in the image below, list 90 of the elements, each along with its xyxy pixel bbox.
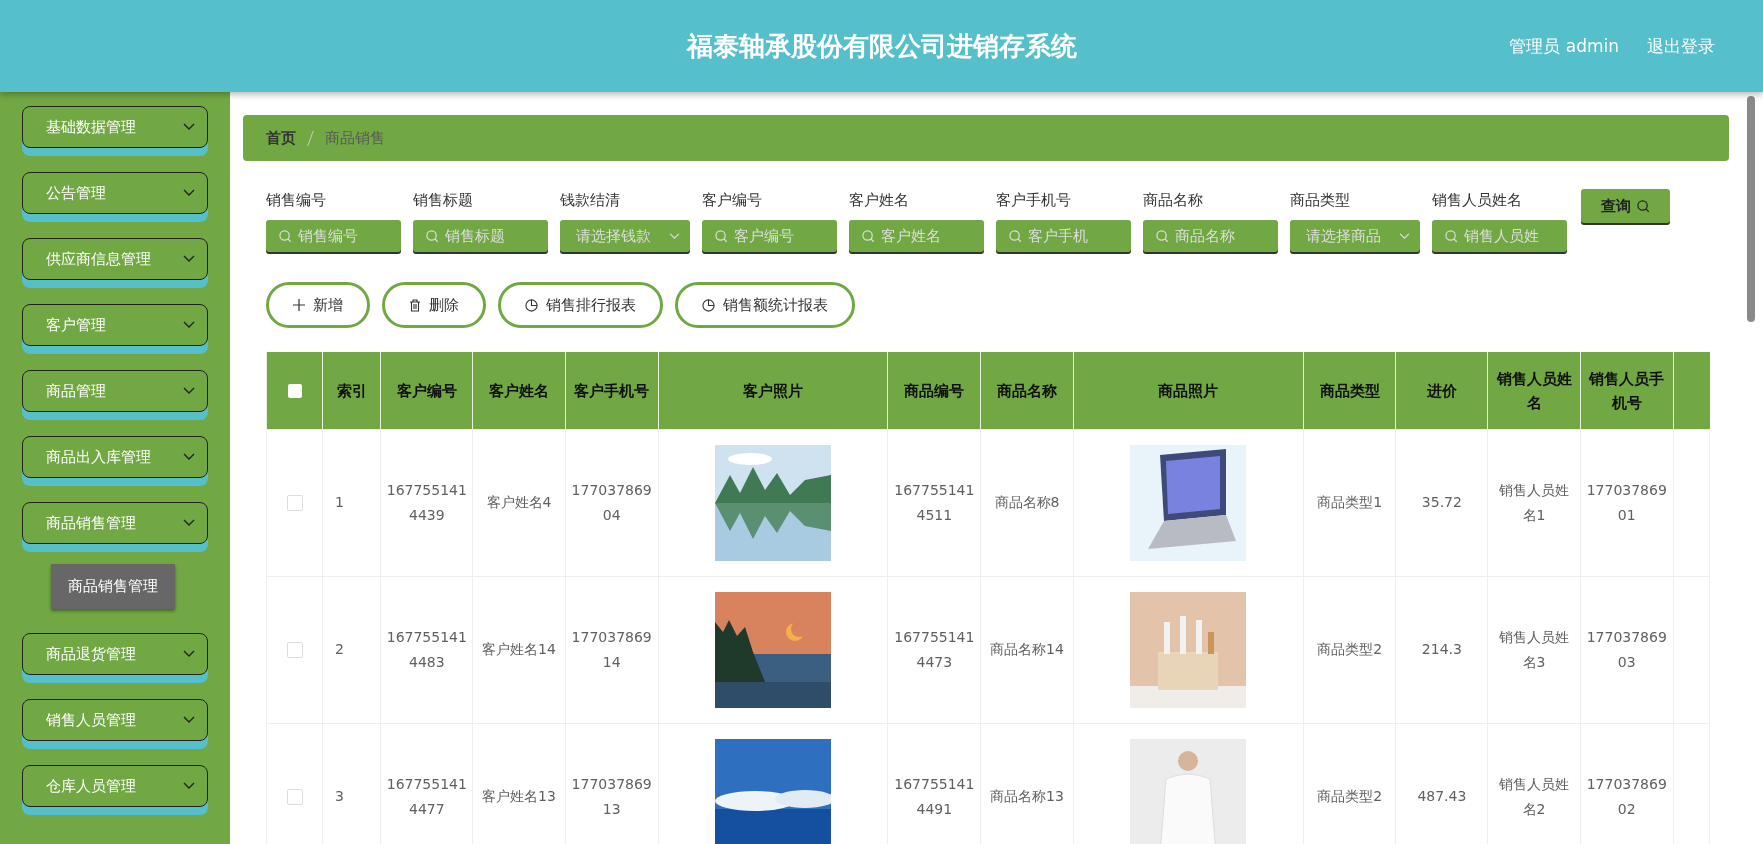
table-cell: 1 (322, 429, 381, 577)
table-cell: 17703786904 (565, 429, 659, 577)
search-field[interactable]: 客户姓名 (849, 220, 984, 252)
table-cell: 35.72 (1395, 429, 1488, 577)
trash-icon (409, 298, 421, 312)
table-cell: 销售人员姓名3 (1487, 576, 1581, 724)
chevron-icon (183, 189, 195, 197)
pie-chart-icon (525, 298, 538, 312)
table-cell: 商品名称14 (980, 576, 1074, 724)
column-header: 客户姓名 (472, 352, 566, 430)
field-label: 销售人员姓名 (1432, 191, 1523, 211)
table-cell: 17703786903 (1580, 576, 1674, 724)
search-field[interactable]: 销售编号 (266, 220, 401, 252)
select-field[interactable]: 请选择商品 (1290, 220, 1420, 252)
submenu-item[interactable]: 商品销售管理 (51, 564, 175, 609)
column-header: 销售人员姓名 (1487, 352, 1581, 430)
search-icon (1637, 199, 1650, 213)
table-cell: 客户姓名14 (472, 576, 566, 724)
chevron-icon (183, 453, 195, 461)
table-cell: 商品名称8 (980, 429, 1074, 577)
search-icon (1156, 230, 1169, 243)
chevron-icon (183, 782, 195, 790)
column-header: 客户编号 (380, 352, 473, 430)
field-label: 销售标题 (413, 191, 474, 211)
chevron-icon (1399, 233, 1410, 240)
field-label: 客户手机号 (996, 191, 1072, 211)
search-field[interactable]: 客户编号 (702, 220, 837, 252)
field-label: 商品类型 (1290, 191, 1351, 211)
search-icon (1009, 230, 1022, 243)
action-button[interactable]: 销售排行报表 (498, 282, 663, 328)
search-icon (862, 230, 875, 243)
column-header: 索引 (322, 352, 381, 430)
search-icon (279, 230, 292, 243)
select-field[interactable]: 请选择钱款 (560, 220, 690, 252)
action-button[interactable]: 删除 (382, 282, 486, 328)
table-cell: 1677551414439 (380, 429, 473, 577)
column-header: 进价 (1395, 352, 1488, 430)
field-label: 客户姓名 (849, 191, 910, 211)
plus-icon (293, 299, 305, 311)
column-header: 销售人员手机号 (1580, 352, 1674, 430)
pie-chart-icon (702, 298, 715, 312)
logout-link[interactable]: 退出登录 (1647, 34, 1715, 58)
table-cell: 1677551414473 (887, 576, 981, 724)
column-header: 客户手机号 (565, 352, 659, 430)
search-icon (1445, 230, 1458, 243)
chevron-icon (183, 123, 195, 131)
search-icon (426, 230, 439, 243)
chevron-icon (669, 233, 680, 240)
column-header: 客户照片 (658, 352, 888, 430)
table-cell: 17703786914 (565, 576, 659, 724)
search-field[interactable]: 销售人员姓 (1432, 220, 1567, 252)
row-checkbox[interactable] (286, 642, 303, 659)
chevron-icon (183, 255, 195, 263)
query-button[interactable]: 查询 (1581, 189, 1670, 223)
search-field[interactable]: 客户手机 (996, 220, 1131, 252)
select-all-checkbox[interactable] (287, 384, 302, 398)
scrollbar[interactable] (1747, 96, 1755, 322)
column-header: 商品编号 (887, 352, 981, 430)
field-label: 商品名称 (1143, 191, 1204, 211)
chevron-icon (183, 716, 195, 724)
chevron-icon (183, 321, 195, 329)
column-header: 商品名称 (980, 352, 1074, 430)
row-checkbox[interactable] (286, 789, 303, 806)
search-field[interactable]: 销售标题 (413, 220, 548, 252)
table-cell: 1677551414483 (380, 576, 473, 724)
user-label: 管理员 admin (1509, 34, 1619, 58)
breadcrumb-link[interactable]: 商品销售 (325, 128, 385, 148)
breadcrumb-link[interactable]: 首页 (266, 128, 296, 148)
table-cell: 17703786901 (1580, 429, 1674, 577)
row-checkbox[interactable] (286, 495, 303, 512)
table-cell: 1677551414511 (887, 429, 981, 577)
search-icon (715, 230, 728, 243)
app-title: 福泰轴承股份有限公司进销存系统 (686, 29, 1077, 63)
chevron-icon (183, 650, 195, 658)
chevron-icon (183, 387, 195, 395)
chevron-icon (183, 519, 195, 527)
table-cell: 商品类型1 (1303, 429, 1396, 577)
table-cell: 销售人员姓名1 (1487, 429, 1581, 577)
field-label: 钱款结清 (560, 191, 621, 211)
table-cell: 2 (322, 576, 381, 724)
column-header: 商品照片 (1073, 352, 1304, 430)
search-field[interactable]: 商品名称 (1143, 220, 1278, 252)
table-cell: 214.3 (1395, 576, 1488, 724)
action-button[interactable]: 销售额统计报表 (675, 282, 855, 328)
table-cell: 商品类型2 (1303, 576, 1396, 724)
table-cell: 客户姓名4 (472, 429, 566, 577)
field-label: 客户编号 (702, 191, 763, 211)
field-label: 销售编号 (266, 191, 327, 211)
column-header: 商品类型 (1303, 352, 1396, 430)
action-button[interactable]: 新增 (266, 282, 370, 328)
